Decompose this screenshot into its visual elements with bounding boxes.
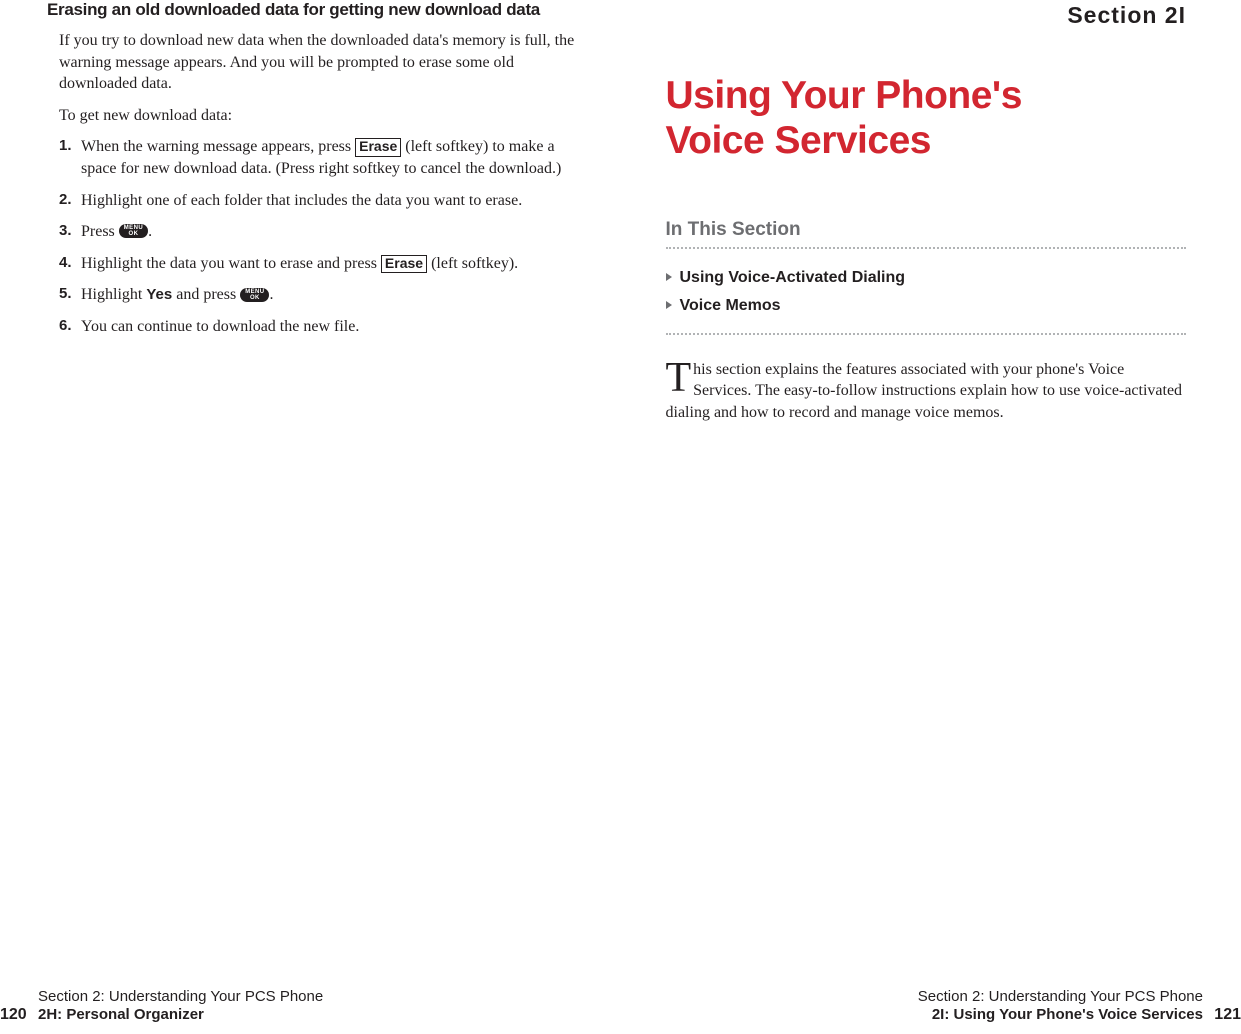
footer-line1: Section 2: Understanding Your PCS Phone (918, 988, 1203, 1006)
step-1: 1. When the warning message appears, pre… (59, 136, 576, 179)
step-num: 5. (59, 284, 72, 304)
footer-right: 121 Section 2: Understanding Your PCS Ph… (918, 988, 1241, 1024)
step-text: . (269, 286, 273, 303)
erase-softkey: Erase (355, 138, 401, 156)
title-line1: Using Your Phone's (666, 74, 1022, 117)
yes-label: Yes (146, 286, 172, 303)
toc-item: Voice Memos (666, 297, 1187, 315)
footer-line1: Section 2: Understanding Your PCS Phone (38, 988, 323, 1006)
footer-line2: 2H: Personal Organizer (38, 1006, 323, 1024)
step-text: Highlight the data you want to erase and… (81, 255, 381, 272)
intro-text: his section explains the features associ… (666, 361, 1183, 421)
step-2: 2. Highlight one of each folder that inc… (59, 190, 576, 212)
step-text: You can continue to download the new fil… (81, 318, 359, 335)
step-text: Press (81, 223, 119, 240)
step-text: and press (172, 286, 240, 303)
step-text: When the warning message appears, press (81, 138, 355, 155)
step-num: 4. (59, 253, 72, 273)
menu-ok-icon: MENUOK (240, 288, 269, 302)
page-right: Section 2I Using Your Phone's Voice Serv… (626, 0, 1241, 1034)
step-text: Highlight one of each folder that includ… (81, 192, 522, 209)
step-3: 3. Press MENUOK. (59, 221, 576, 243)
step-5: 5. Highlight Yes and press MENUOK. (59, 284, 576, 306)
step-num: 3. (59, 221, 72, 241)
step-6: 6. You can continue to download the new … (59, 316, 576, 338)
step-text: (left softkey). (427, 255, 518, 272)
footer-left: 120 Section 2: Understanding Your PCS Ph… (0, 988, 323, 1024)
step-num: 6. (59, 316, 72, 336)
erase-softkey: Erase (381, 255, 427, 273)
left-lead: To get new download data: (59, 105, 576, 127)
page-number: 121 (1214, 1005, 1241, 1024)
page-left: Erasing an old downloaded data for getti… (0, 0, 626, 1034)
left-intro-para: If you try to download new data when the… (59, 30, 576, 95)
in-this-section-heading: In This Section (666, 219, 1187, 241)
section-label: Section 2I (666, 2, 1187, 29)
page-number: 120 (0, 1005, 27, 1024)
title-line2: Voice Services (666, 119, 931, 162)
divider (666, 247, 1187, 249)
intro-paragraph: This section explains the features assoc… (666, 359, 1187, 424)
divider (666, 333, 1187, 335)
toc-item: Using Voice-Activated Dialing (666, 269, 1187, 287)
step-4: 4. Highlight the data you want to erase … (59, 253, 576, 275)
step-text: Highlight (81, 286, 146, 303)
toc-list: Using Voice-Activated Dialing Voice Memo… (666, 259, 1187, 325)
menu-ok-icon: MENUOK (119, 224, 148, 238)
steps-list: 1. When the warning message appears, pre… (59, 136, 576, 347)
step-text: . (148, 223, 152, 240)
footer-line2: 2I: Using Your Phone's Voice Services (918, 1006, 1203, 1024)
step-num: 1. (59, 136, 72, 156)
left-heading: Erasing an old downloaded data for getti… (47, 0, 576, 20)
dropcap: T (666, 359, 694, 397)
step-num: 2. (59, 190, 72, 210)
section-title: Using Your Phone's Voice Services (666, 74, 1187, 164)
